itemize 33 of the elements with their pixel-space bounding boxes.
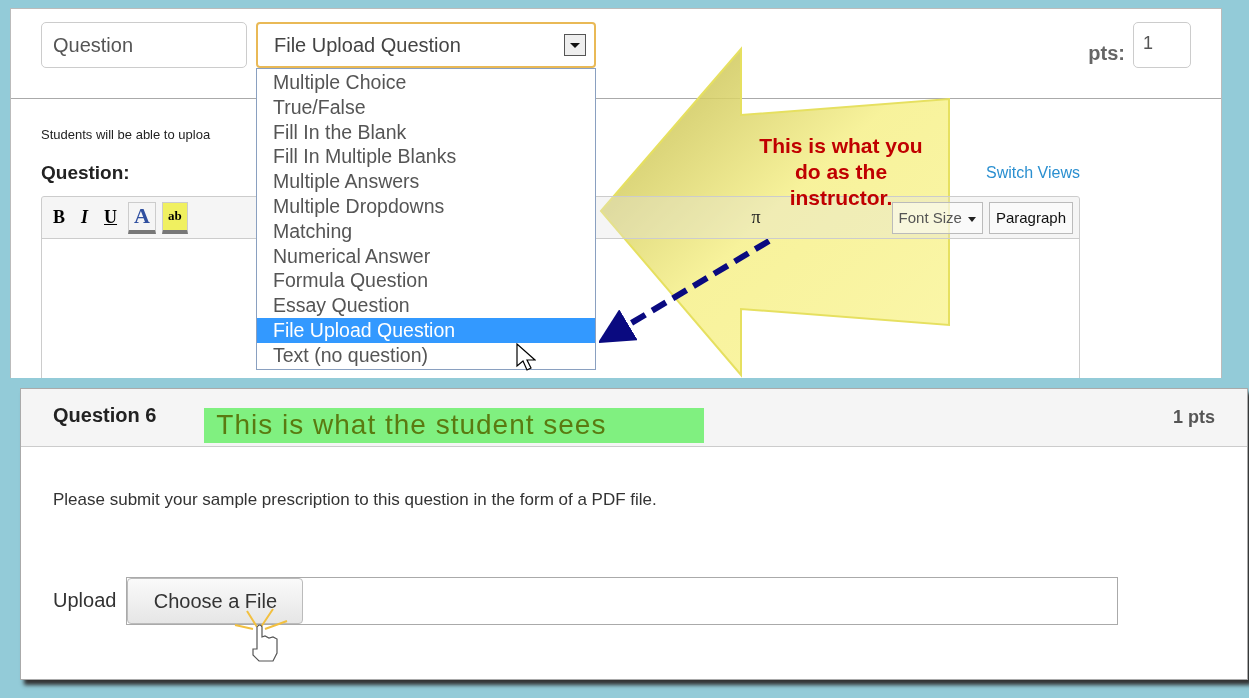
toolbar-button[interactable]: B [48, 201, 70, 234]
question-type-select[interactable]: File Upload Question [256, 22, 596, 68]
dropdown-option[interactable]: Matching [257, 218, 595, 244]
points-text: 1 pts [1173, 407, 1215, 428]
question-prompt: Please submit your sample prescription to this question in the form of a PDF file. [53, 490, 658, 510]
dropdown-option[interactable]: Formula Question [257, 268, 595, 294]
caret-icon [967, 216, 976, 222]
upload-label: Upload [53, 589, 117, 612]
dropdown-caret-icon [564, 34, 586, 56]
hint-text: Students will be able to uploa [41, 127, 211, 142]
dropdown-option[interactable]: True/False [257, 94, 595, 120]
question-title: Question 6 [53, 404, 157, 427]
student-callout-text: This is what the student sees [204, 408, 705, 443]
choose-file-button[interactable]: Choose a File [127, 578, 304, 624]
paragraph-select[interactable]: Paragraph [988, 201, 1073, 234]
dropdown-option[interactable]: Fill In the Blank [257, 119, 595, 145]
points-field[interactable]: 1 [1133, 22, 1191, 68]
dropdown-option[interactable]: Numerical Answer [257, 243, 595, 269]
switch-views-link[interactable]: Switch Views [986, 164, 1080, 182]
toolbar-button[interactable]: A [128, 201, 156, 234]
dropdown-option[interactable]: Text (no question) [257, 342, 595, 368]
dropdown-option[interactable]: Fill In Multiple Blanks [257, 144, 595, 170]
toolbar-button[interactable]: ab [161, 201, 188, 234]
dropdown-option[interactable]: Essay Question [257, 293, 595, 318]
points-label: pts: [1088, 42, 1125, 65]
file-upload-field[interactable]: Choose a File [126, 577, 1119, 625]
question-name-field[interactable]: Question [41, 22, 247, 68]
question-label: Question: [41, 162, 130, 184]
toolbar-button[interactable]: I [76, 201, 94, 234]
dropdown-option[interactable]: Multiple Answers [257, 169, 595, 194]
toolbar-button[interactable]: U [99, 201, 123, 234]
dropdown-option[interactable]: Multiple Dropdowns [257, 194, 595, 219]
dropdown-option[interactable]: Multiple Choice [257, 70, 595, 95]
